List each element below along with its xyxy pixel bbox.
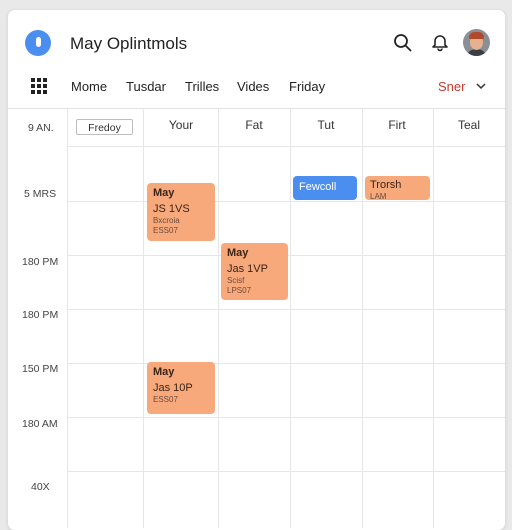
event-title: May: [153, 187, 175, 199]
event-title: Fewcoll: [299, 181, 337, 193]
time-label: 9 AN.: [28, 122, 54, 134]
day-header: Firt: [388, 118, 406, 132]
event-detail: Scisf: [227, 276, 245, 285]
event-detail: LAM: [370, 192, 387, 200]
search-icon[interactable]: [392, 32, 414, 54]
event-time: JS 1VS: [153, 203, 190, 215]
chevron-down-icon[interactable]: [476, 82, 486, 90]
apps-grid-icon[interactable]: [31, 78, 47, 94]
calendar-window: May Oplintmols Mome Tusdar Trilles Vides…: [8, 10, 505, 530]
day-header: Teal: [457, 118, 480, 132]
event-detail: LPS07: [227, 286, 252, 295]
calendar-grid: Fredoy Your Fat Tut Firt Teal 9 AN. 5 MR…: [8, 108, 505, 528]
time-label: 150 PM: [22, 363, 59, 375]
tab-friday[interactable]: Friday: [289, 79, 325, 94]
day-header: Your: [168, 118, 194, 132]
event-title: Trorsh: [370, 179, 402, 191]
event-time: Jas 10P: [153, 382, 193, 394]
time-label: 40X: [31, 481, 50, 493]
avatar[interactable]: [463, 29, 490, 56]
view-select[interactable]: Sner: [438, 79, 465, 94]
day-header: Tut: [317, 118, 335, 132]
tab-tusdar[interactable]: Tusdar: [126, 79, 166, 94]
time-label: 180 PM: [22, 309, 59, 321]
day-header: Fat: [245, 118, 263, 132]
event-title: May: [153, 366, 175, 378]
tab-mome[interactable]: Mome: [71, 79, 107, 94]
event-card[interactable]: May Jas 1VP Scisf LPS07: [221, 243, 288, 300]
time-label: 180 AM: [22, 418, 58, 430]
event-detail: ESS07: [153, 395, 178, 404]
time-label: 5 MRS: [24, 188, 57, 200]
event-card[interactable]: Trorsh LAM: [365, 176, 430, 200]
event-card[interactable]: May JS 1VS Bxcroia ESS07: [147, 183, 215, 241]
top-bar: May Oplintmols: [8, 10, 505, 72]
event-time: Jas 1VP: [227, 263, 268, 275]
event-card[interactable]: May Jas 10P ESS07: [147, 362, 215, 414]
bell-icon[interactable]: [429, 32, 451, 54]
event-detail: Bxcroia: [153, 216, 180, 225]
app-logo-icon[interactable]: [25, 30, 51, 56]
event-detail: ESS07: [153, 226, 178, 235]
event-card[interactable]: Fewcoll: [293, 176, 357, 200]
tab-trilles[interactable]: Trilles: [185, 79, 219, 94]
page-title: May Oplintmols: [70, 34, 188, 53]
time-label: 180 PM: [22, 256, 59, 268]
day-picker-button[interactable]: Fredoy: [76, 119, 133, 135]
event-title: May: [227, 247, 249, 259]
tab-vides[interactable]: Vides: [237, 79, 269, 94]
